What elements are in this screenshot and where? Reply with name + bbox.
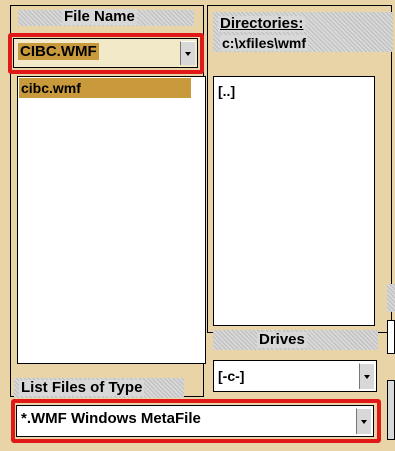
right-edge-bar bbox=[387, 284, 395, 312]
file-type-highlight bbox=[11, 399, 381, 443]
directory-list[interactable]: [..] bbox=[213, 76, 375, 326]
file-list[interactable]: cibc.wmf bbox=[17, 76, 206, 364]
right-edge-button[interactable] bbox=[387, 380, 395, 440]
directory-list-item[interactable]: [..] bbox=[218, 83, 235, 99]
drives-combo[interactable]: [-c-] bbox=[213, 360, 377, 392]
drives-dropdown-button[interactable] bbox=[359, 363, 374, 389]
drives-value: [-c-] bbox=[218, 368, 245, 384]
directories-path: c:\xfiles\wmf bbox=[220, 35, 309, 51]
right-edge-field[interactable] bbox=[387, 320, 395, 354]
directories-label: Directories: bbox=[218, 15, 306, 32]
chevron-down-icon bbox=[364, 374, 370, 379]
file-name-highlight bbox=[8, 33, 204, 74]
file-list-item-selected[interactable]: cibc.wmf bbox=[19, 78, 191, 98]
drives-label: Drives bbox=[257, 331, 307, 348]
file-type-label: List Files of Type bbox=[19, 379, 145, 396]
file-name-label: File Name bbox=[62, 8, 137, 25]
